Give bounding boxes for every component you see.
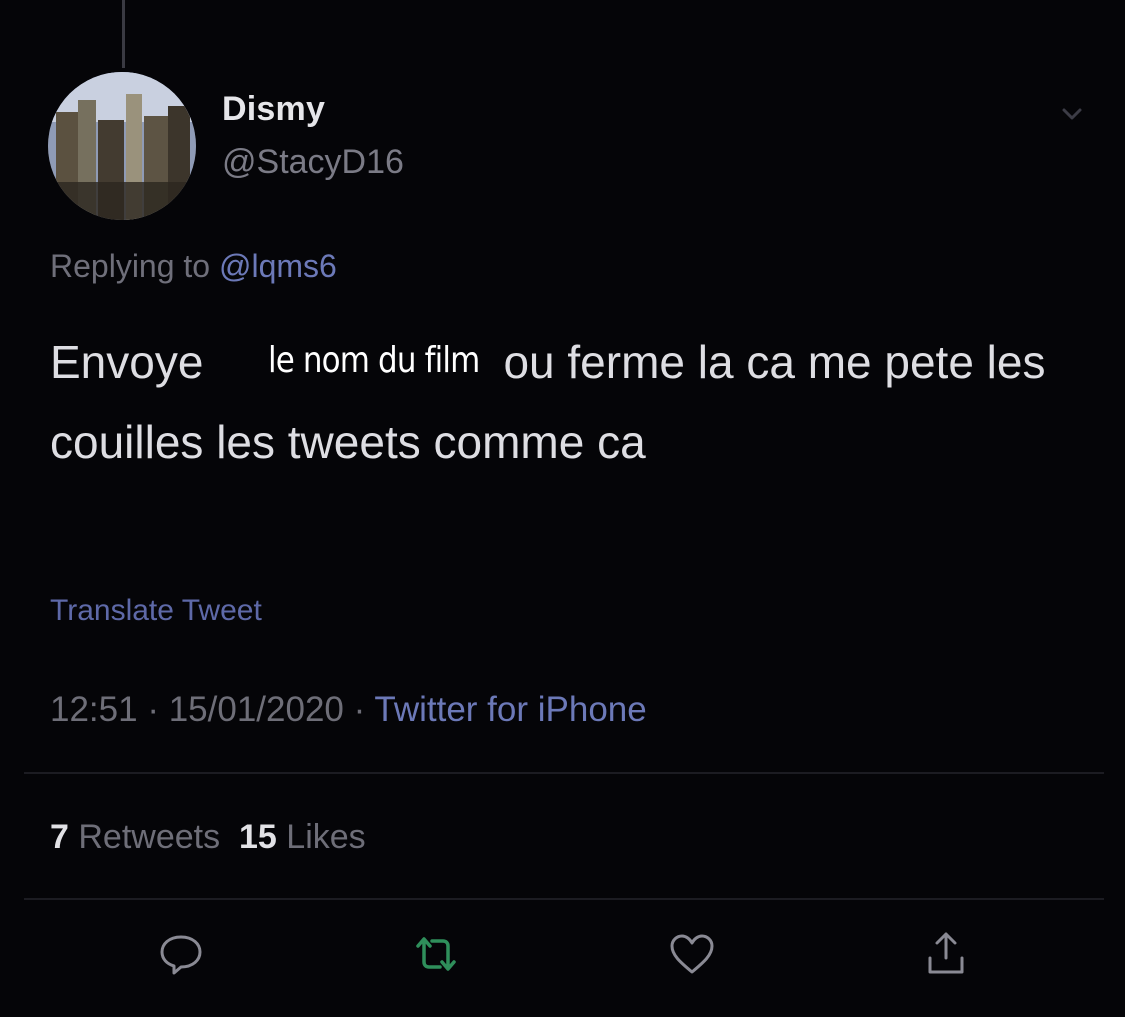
tweet-text: Envoye ou ferme la ca me pete les couille… [50, 322, 1090, 482]
heart-icon[interactable] [666, 928, 718, 980]
tweet-source-link[interactable]: Twitter for iPhone [374, 690, 646, 729]
action-bar [0, 928, 1125, 992]
tweet-stats: 7 Retweets 15 Likes [50, 818, 366, 857]
meta-separator: · [353, 690, 366, 729]
overlay-caption: le nom du film [268, 340, 480, 381]
avatar[interactable] [48, 72, 196, 220]
tweet-meta: 12:51 · 15/01/2020 · Twitter for iPhone [50, 690, 647, 730]
likes-label: Likes [286, 818, 366, 856]
replying-mention-link[interactable]: @lqms6 [219, 248, 337, 284]
share-icon[interactable] [920, 928, 972, 980]
reply-icon[interactable] [155, 928, 207, 980]
retweets-label: Retweets [78, 818, 221, 856]
thread-line [122, 0, 125, 68]
user-handle[interactable]: @StacyD16 [222, 143, 404, 182]
likes-count: 15 [239, 818, 277, 856]
divider [24, 772, 1104, 774]
retweets-count: 7 [50, 818, 69, 856]
chevron-down-icon[interactable] [1054, 100, 1090, 130]
replying-prefix: Replying to [50, 248, 211, 284]
tweet-time: 12:51 [50, 690, 138, 729]
divider [24, 898, 1104, 900]
replying-to: Replying to @lqms6 [50, 248, 337, 285]
likes-stat[interactable]: 15 Likes [239, 818, 366, 856]
meta-separator: · [147, 690, 159, 729]
translate-tweet-link[interactable]: Translate Tweet [50, 594, 262, 628]
tweet-text-start: Envoye [50, 336, 204, 388]
retweets-stat[interactable]: 7 Retweets [50, 818, 220, 856]
avatar-image [48, 72, 196, 220]
tweet-date: 15/01/2020 [168, 690, 344, 729]
retweet-icon[interactable] [410, 928, 462, 980]
display-name[interactable]: Dismy [222, 90, 325, 129]
